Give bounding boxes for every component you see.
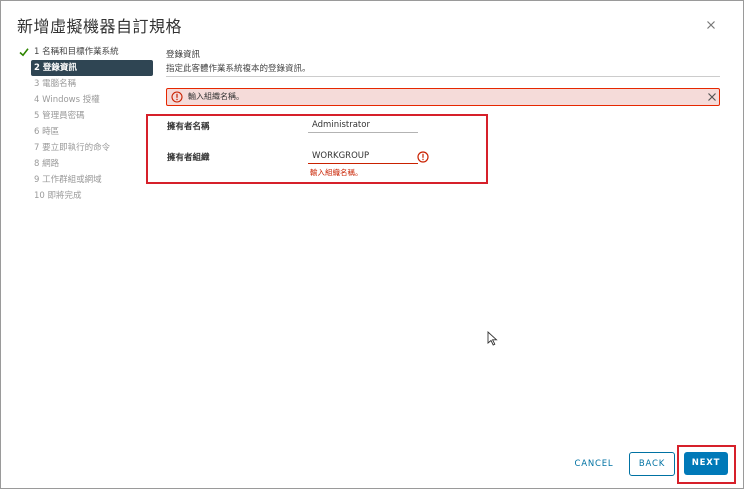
step-label: 4 Windows 授權 [34,95,100,105]
step-workgroup-or-domain: 9 工作群組或網域 [19,172,159,188]
dialog-title: 新增虛擬機器自訂規格 [17,17,183,36]
step-label: 8 網路 [34,159,60,169]
alert-message: 輸入組織名稱。 [188,92,244,101]
step-label: 7 要立即執行的命令 [34,143,111,153]
section-title: 登錄資訊 [166,50,201,60]
mouse-pointer-icon [487,331,498,346]
step-name-and-target-os[interactable]: 1 名稱和目標作業系統 [19,44,159,60]
check-icon [19,48,29,57]
step-time-zone: 6 時區 [19,124,159,140]
exclamation-circle-icon [417,151,429,163]
step-computer-name: 3 電腦名稱 [19,76,159,92]
owner-organization-label: 擁有者組織 [167,153,210,163]
step-admin-password: 5 管理員密碼 [19,108,159,124]
step-label: 1 名稱和目標作業系統 [34,47,119,57]
customization-spec-dialog: 新增虛擬機器自訂規格 1 名稱和目標作業系統 2 登錄資訊 3 電腦名稱 4 W… [0,0,744,489]
exclamation-circle-icon [171,91,183,103]
step-label: 6 時區 [34,127,60,137]
step-windows-license: 4 Windows 授權 [19,92,159,108]
section-description: 指定此客體作業系統複本的登錄資訊。 [166,64,311,74]
error-alert-banner: 輸入組織名稱。 [166,88,720,106]
cancel-button[interactable]: CANCEL [569,453,619,475]
step-label: 2 登錄資訊 [34,63,77,73]
step-label: 5 管理員密碼 [34,111,85,121]
step-label: 10 即將完成 [34,191,82,201]
close-icon[interactable] [706,91,718,103]
divider [166,76,720,77]
back-button[interactable]: BACK [629,452,675,476]
next-button[interactable]: NEXT [684,452,728,475]
owner-name-label: 擁有者名稱 [167,122,210,132]
wizard-steps: 1 名稱和目標作業系統 2 登錄資訊 3 電腦名稱 4 Windows 授權 5… [19,44,159,204]
step-network: 8 網路 [19,156,159,172]
step-ready-to-complete: 10 即將完成 [19,188,159,204]
step-registration-info[interactable]: 2 登錄資訊 [31,60,153,76]
owner-organization-error: 輸入組織名稱。 [310,168,363,177]
step-label: 3 電腦名稱 [34,79,77,89]
owner-name-input[interactable] [308,117,418,133]
step-label: 9 工作群組或網域 [34,175,102,185]
close-icon[interactable] [703,17,719,33]
step-run-once-commands: 7 要立即執行的命令 [19,140,159,156]
owner-organization-input[interactable] [308,148,418,164]
